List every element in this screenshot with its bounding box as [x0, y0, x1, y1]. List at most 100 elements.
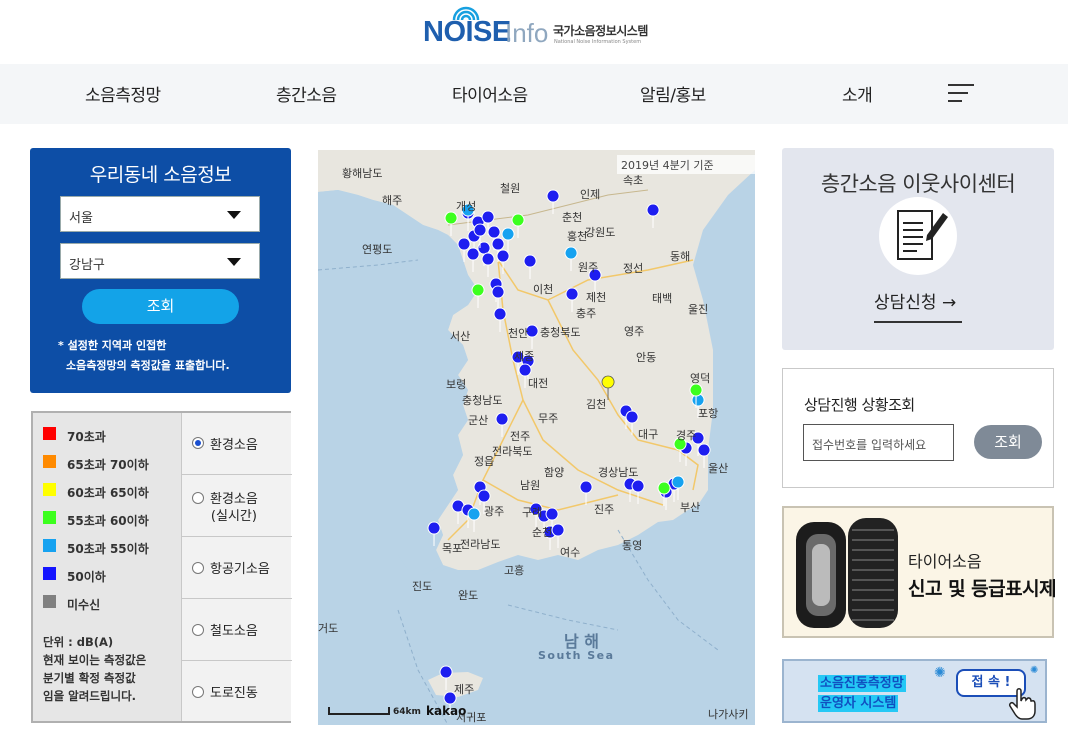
radio-button[interactable] — [192, 437, 204, 449]
hand-pointer-icon — [1009, 688, 1036, 720]
district-select-value: 강남구 — [69, 258, 105, 273]
counseling-status-panel: 상담진행 상황조회 접수번호를 입력하세요 조회 — [782, 368, 1054, 488]
map-label: 제주 — [454, 683, 475, 696]
receipt-number-input[interactable]: 접수번호를 입력하세요 — [803, 424, 954, 461]
map-label: 울산 — [708, 462, 729, 475]
map-label: 정읍 — [474, 455, 495, 468]
radio-aircraft-noise[interactable]: 항공기소음 — [182, 537, 292, 599]
map-label: 경주 — [676, 429, 697, 442]
map-label: 춘천 — [562, 211, 583, 224]
map-label: 해주 — [382, 194, 403, 207]
legend-label: 65초과 70이하 — [67, 458, 149, 472]
kakao-attribution[interactable]: kakao — [426, 704, 466, 718]
nav-item-interfloor-noise[interactable]: 층간소음 — [276, 81, 337, 106]
map-label: 황해남도 — [342, 167, 383, 180]
legend-swatch-gray — [43, 595, 56, 608]
logo-info-text: Info — [505, 18, 549, 48]
map-label: 대구 — [638, 428, 659, 441]
counseling-apply-link[interactable]: 상담신청 → — [874, 288, 962, 323]
note-line: 소음측정망의 측정값을 표출합니다. — [66, 359, 230, 372]
radio-label: 환경소음 (실시간) — [210, 492, 258, 524]
map-label: 경상남도 — [598, 466, 639, 479]
map-label: 통영 — [622, 539, 643, 552]
legend-label: 50이하 — [67, 570, 106, 584]
map-label: 부산 — [680, 501, 701, 514]
legend-swatch-orange — [43, 455, 56, 468]
status-lookup-button[interactable]: 조회 — [974, 425, 1042, 459]
local-noise-info-title: 우리동네 소음정보 — [89, 164, 232, 186]
map-label: 진도 — [412, 580, 433, 593]
map-label: 광주 — [484, 505, 505, 518]
tire-noise-banner[interactable]: 타이어소음 신고 및 등급표시제 — [782, 506, 1057, 638]
map-label: 나가사키 — [708, 708, 749, 721]
site-logo[interactable]: NOISE Info 국가소음정보시스템 National Noise Info… — [422, 6, 662, 48]
map-label: 울진 — [688, 303, 709, 316]
map-label: 연평도 — [362, 243, 393, 256]
map-label: 구례 — [522, 506, 543, 519]
map-label: 인제 — [580, 188, 601, 201]
radio-button[interactable] — [192, 624, 204, 636]
logo-noise-text: NOISE — [423, 16, 511, 48]
map-label: 전라북도 — [492, 445, 533, 458]
dropdown-arrow-icon — [227, 258, 241, 266]
operator-banner-line2: 운영자 시스템 — [818, 695, 899, 712]
map-label: 함양 — [544, 466, 565, 479]
noise-map[interactable]: 황해남도 해주 철원 인제 속초 개성 춘천 홍천 강원도 연평도 원주 정선 … — [318, 150, 755, 725]
map-label: 군산 — [468, 414, 489, 427]
radio-label: 도로진동 — [210, 686, 258, 701]
map-label: 영덕 — [690, 372, 711, 385]
radio-environmental-noise[interactable]: 환경소음 — [182, 413, 292, 475]
counseling-center-title: 층간소음 이웃사이센터 — [820, 172, 1016, 196]
hamburger-menu-icon[interactable] — [948, 82, 974, 104]
map-label: 철원 — [500, 182, 521, 195]
unit-note-line: 분기별 확정 측정값 — [43, 671, 136, 685]
radio-button[interactable] — [192, 562, 204, 574]
nav-item-tire-noise[interactable]: 타이어소음 — [452, 81, 528, 106]
radio-road-vibration[interactable]: 도로진동 — [182, 661, 292, 723]
radio-button[interactable] — [192, 686, 204, 698]
legend-label: 50초과 55이하 — [67, 542, 149, 556]
map-label: 제천 — [586, 291, 607, 304]
district-select[interactable]: 강남구 — [60, 243, 260, 279]
map-label: 강원도 — [585, 226, 616, 239]
legend-swatch-green — [43, 511, 56, 524]
legend-swatch-blue — [43, 567, 56, 580]
radio-label: 환경소음 — [210, 438, 258, 453]
legend-swatch-yellow — [43, 483, 56, 496]
logo-english-text: National Noise Information System — [554, 39, 642, 45]
city-select[interactable]: 서울 — [60, 196, 260, 232]
legend-label: 55초과 60이하 — [67, 514, 149, 528]
tire-banner-line1: 타이어소음 — [908, 552, 982, 571]
nav-item-about[interactable]: 소개 — [842, 81, 873, 106]
radio-button[interactable] — [192, 492, 204, 504]
legend-swatch-red — [43, 427, 56, 440]
radio-environmental-noise-realtime[interactable]: 환경소음 (실시간) — [182, 475, 292, 537]
operator-banner-line1: 소음진동측정망 — [818, 675, 906, 692]
local-lookup-button[interactable]: 조회 — [82, 289, 239, 324]
map-label: 동해 — [670, 250, 691, 263]
note-line: * 설정한 지역과 인접한 — [58, 339, 167, 352]
nav-item-measurement-network[interactable]: 소음측정망 — [85, 81, 161, 106]
map-label: 충청남도 — [462, 394, 503, 407]
quarter-label: 2019년 4분기 기준 — [617, 155, 755, 174]
unit-note-line: 현재 보이는 측정값은 — [43, 653, 147, 667]
operator-system-banner[interactable]: 소음진동측정망 운영자 시스템 ✺ ✺ 접 속 ! — [782, 659, 1047, 723]
status-check-title: 상담진행 상황조회 — [804, 396, 915, 414]
map-label: 남원 — [520, 479, 541, 492]
nav-item-notice-pr[interactable]: 알림/홍보 — [640, 81, 706, 106]
map-label: 전라남도 — [460, 538, 501, 551]
map-label: 목포 — [442, 542, 463, 555]
map-label: 원주 — [578, 261, 599, 274]
radio-railway-noise[interactable]: 철도소음 — [182, 599, 292, 661]
map-label: 세종 — [514, 350, 535, 363]
unit-note-line: 단위 : dB(A) — [43, 635, 114, 649]
map-label: 태백 — [652, 292, 673, 305]
sparkle-icon: ✺ — [934, 665, 946, 681]
map-label: 고흥 — [504, 564, 525, 577]
legend-swatch-lightblue — [43, 539, 56, 552]
map-label: 이천 — [533, 283, 554, 296]
unit-note-line: 임을 알려드립니다. — [43, 689, 137, 703]
legend-label: 미수신 — [67, 598, 101, 612]
map-label: 무주 — [538, 412, 559, 425]
map-scale-bar — [328, 707, 390, 715]
